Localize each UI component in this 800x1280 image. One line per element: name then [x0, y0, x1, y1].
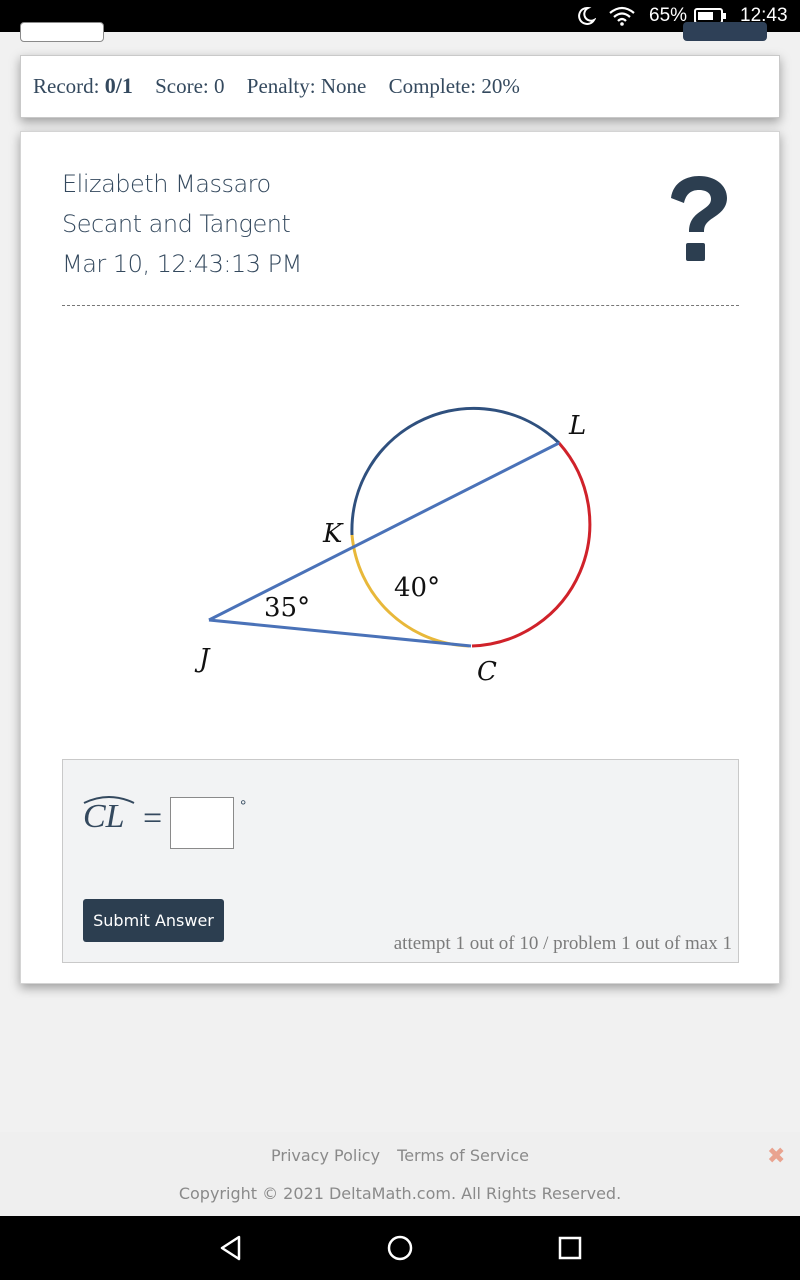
record-label: Record:	[33, 74, 100, 98]
record-bar: Record: 0/1 Score: 0 Penalty: None Compl…	[20, 55, 780, 118]
copyright: Copyright © 2021 DeltaMath.com. All Righ…	[178, 1184, 622, 1203]
arc-label: 40°	[394, 573, 440, 603]
back-icon[interactable]	[217, 1234, 245, 1262]
footer: Privacy Policy Terms of Service Copyrigh…	[0, 1132, 800, 1216]
secant-jl	[208, 441, 560, 622]
problem-topic: Secant and Tangent	[62, 210, 291, 238]
answer-panel: CL = ° Submit Answer attempt 1 out of 10…	[62, 759, 739, 963]
degree-unit: °	[240, 798, 247, 815]
arc-variable: CL	[83, 798, 125, 835]
question-mark-icon[interactable]	[661, 174, 733, 264]
problem-timestamp: Mar 10, 12:43:13 PM	[62, 250, 302, 278]
point-label-j: J	[194, 644, 211, 674]
terms-of-service-link[interactable]: Terms of Service	[397, 1146, 529, 1165]
navigation-bar	[0, 1216, 800, 1280]
recents-icon[interactable]	[556, 1234, 584, 1262]
answer-input[interactable]	[170, 797, 234, 849]
top-left-button[interactable]	[20, 22, 104, 42]
complete-stat: Complete: 20%	[388, 74, 520, 98]
score-stat: Score: 0	[155, 74, 225, 98]
arc-kl-major	[350, 406, 561, 536]
problem-header: Elizabeth Massaro Secant and Tangent Mar…	[62, 164, 302, 284]
close-icon[interactable]: ✖	[767, 1144, 785, 1169]
point-label-l: L	[568, 411, 586, 441]
attempt-status: attempt 1 out of 10 / problem 1 out of m…	[393, 933, 732, 954]
battery-percent: 65%	[649, 5, 688, 26]
footer-links: Privacy Policy Terms of Service	[0, 1146, 800, 1165]
point-label-k: K	[322, 519, 344, 549]
header-divider	[62, 305, 739, 306]
record-stat: Record: 0/1	[33, 73, 138, 98]
status-bar: 65% 12:43	[0, 0, 800, 32]
home-icon[interactable]	[386, 1234, 414, 1262]
equals-sign: =	[143, 800, 163, 837]
angle-label: 35°	[264, 593, 310, 623]
problem-card: Elizabeth Massaro Secant and Tangent Mar…	[20, 131, 780, 984]
arc-cl	[471, 442, 592, 648]
geometry-diagram: L K J C 35° 40°	[141, 362, 661, 722]
student-name: Elizabeth Massaro	[62, 170, 271, 198]
penalty-stat: Penalty: None	[246, 74, 367, 98]
diagram-svg: L K J C 35° 40°	[194, 406, 592, 687]
moon-icon	[578, 6, 596, 25]
point-label-c: C	[477, 657, 497, 687]
submit-answer-button[interactable]: Submit Answer	[83, 899, 224, 942]
record-value: 0/1	[104, 73, 133, 98]
privacy-policy-link[interactable]: Privacy Policy	[271, 1146, 380, 1165]
top-right-button[interactable]	[683, 22, 767, 41]
wifi-icon	[609, 6, 635, 26]
tangent-jc	[208, 618, 472, 648]
